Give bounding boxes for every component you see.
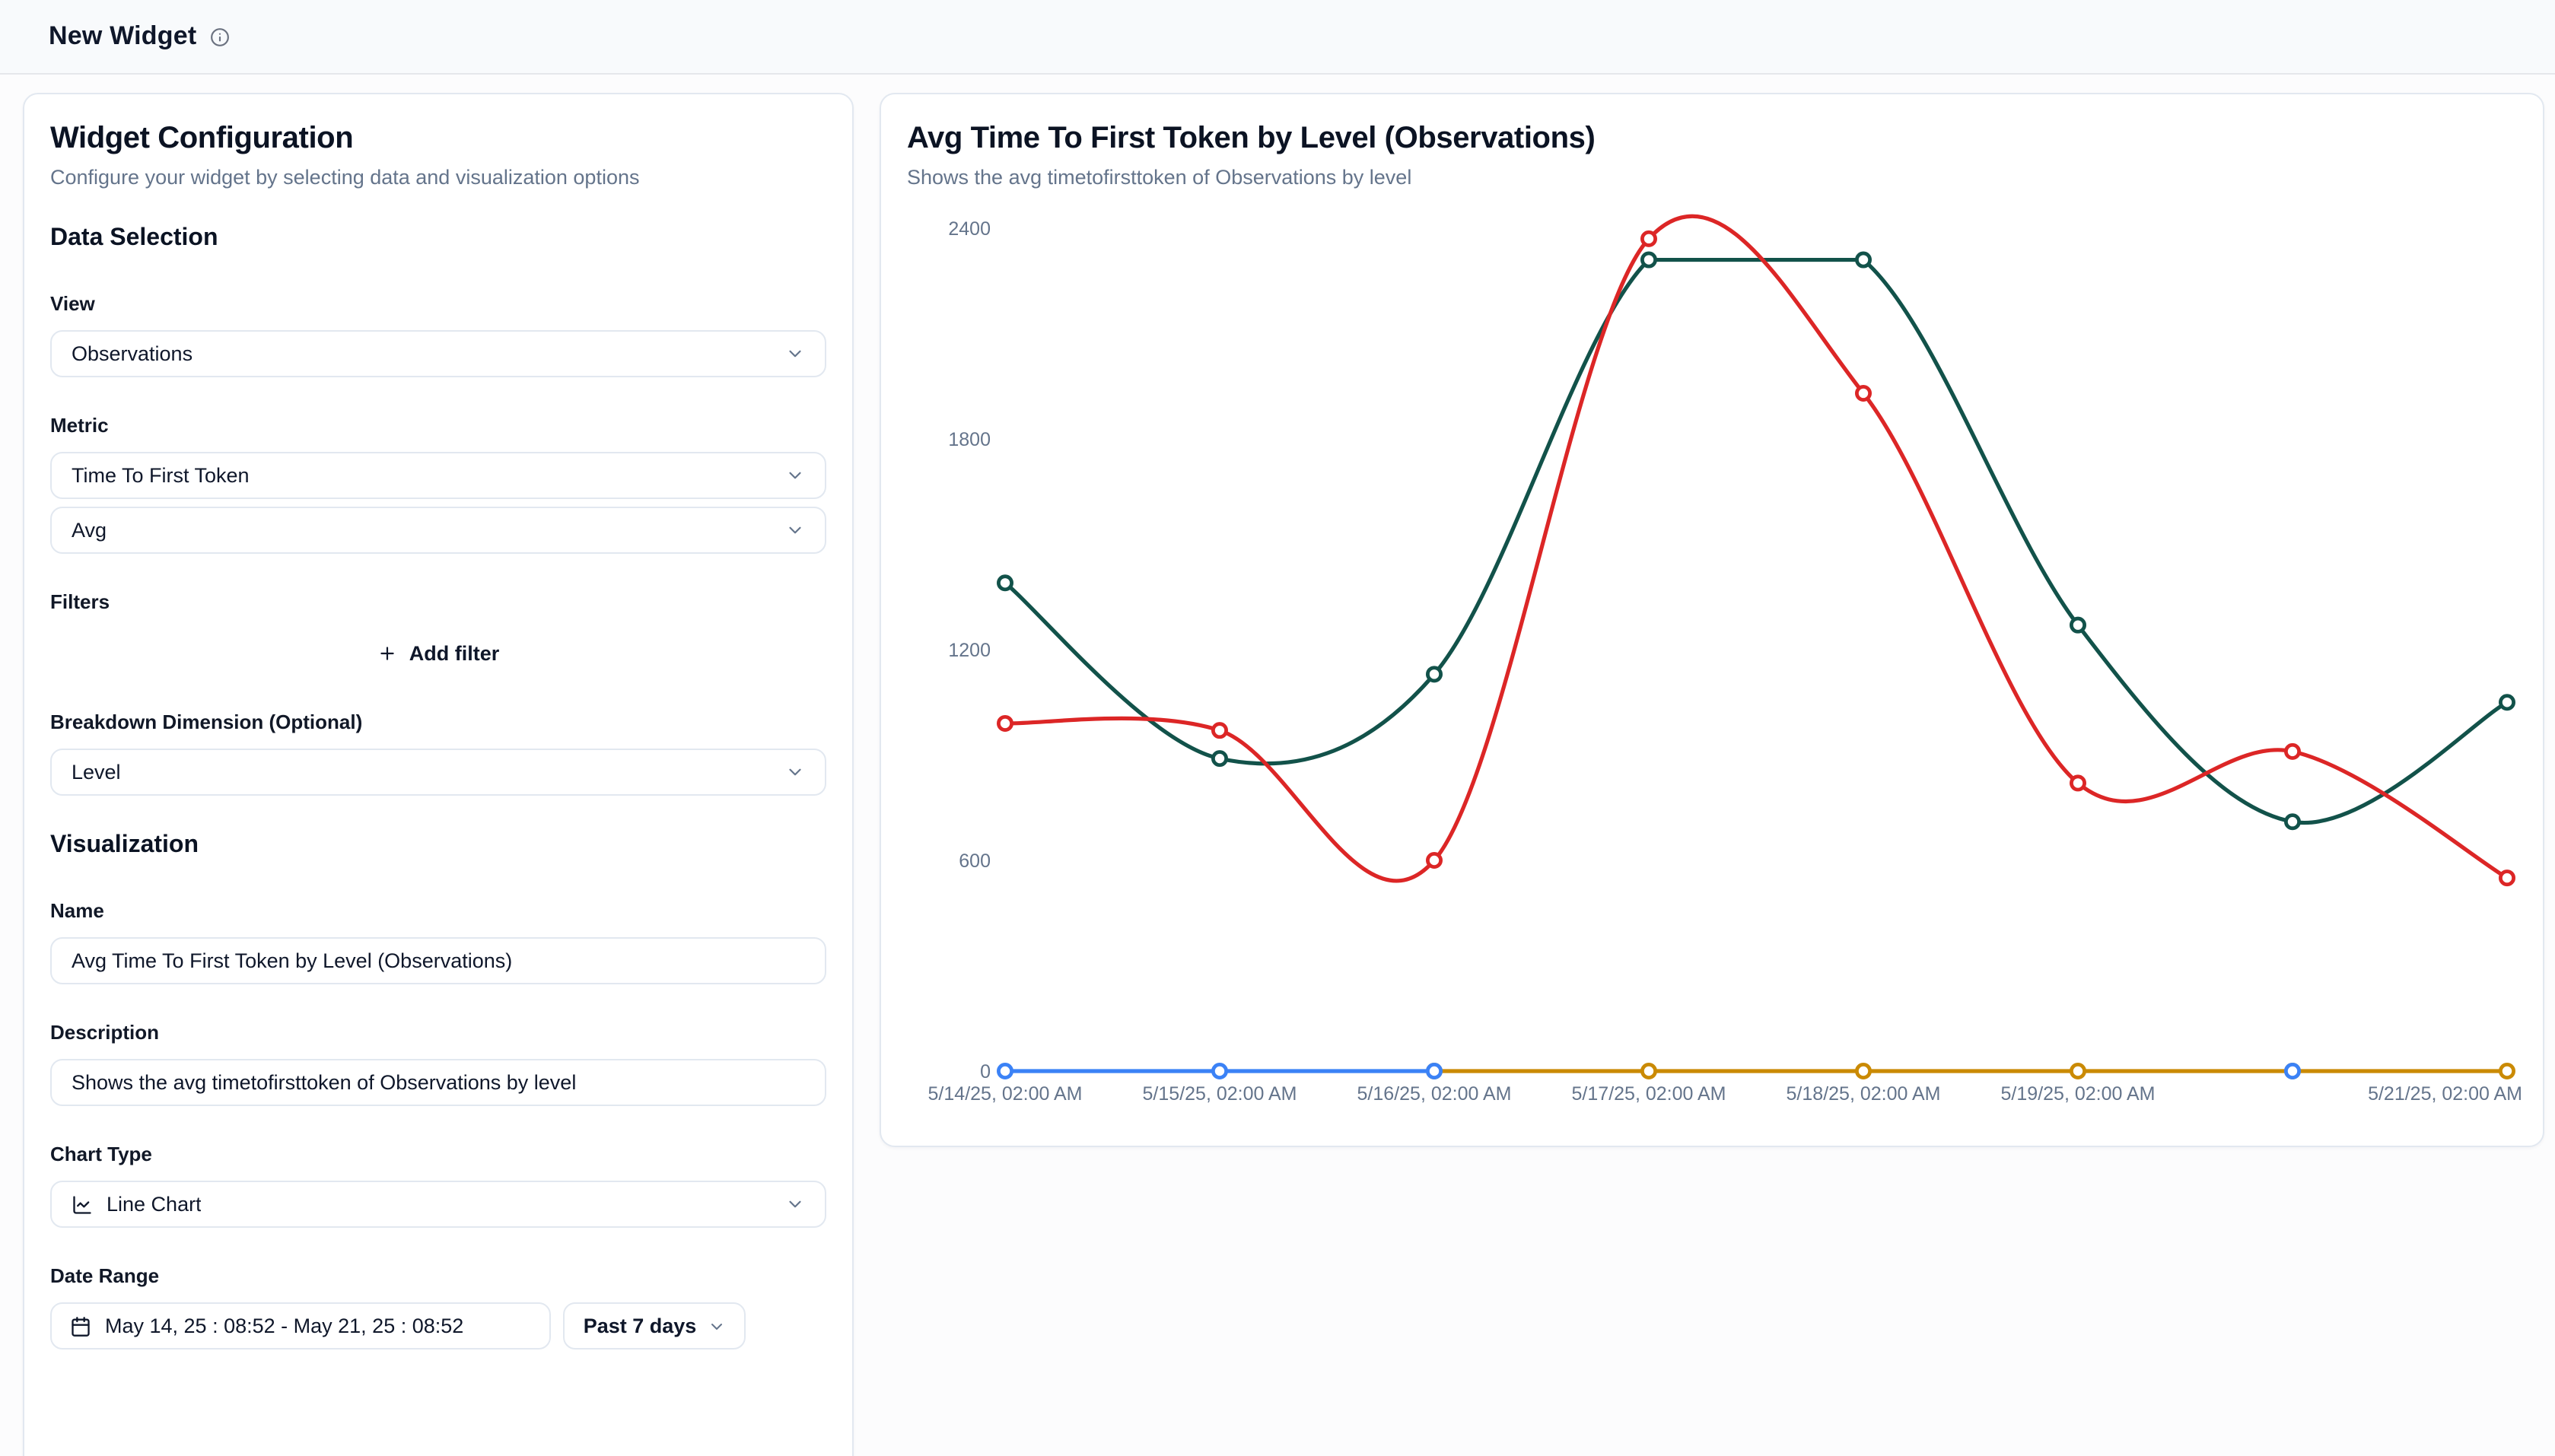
- y-axis-tick-label: 1200: [948, 640, 991, 661]
- add-filter-label: Add filter: [409, 641, 500, 664]
- metric-label: Metric: [50, 414, 826, 437]
- data-point-series-teal[interactable]: [998, 577, 1011, 590]
- chevron-down-icon: [785, 1194, 805, 1214]
- line-series-red: [1005, 216, 2507, 881]
- description-field: Description: [50, 1021, 826, 1106]
- data-point-series-teal[interactable]: [2071, 618, 2084, 631]
- filters-field: Filters Add filter: [50, 590, 826, 669]
- breakdown-field: Breakdown Dimension (Optional) Level: [50, 711, 826, 796]
- chevron-down-icon: [785, 466, 805, 485]
- chart-type-field: Chart Type Line Chart: [50, 1143, 826, 1228]
- data-point-series-blue[interactable]: [1427, 1064, 1440, 1077]
- filters-label: Filters: [50, 590, 826, 613]
- metric-select[interactable]: Time To First Token: [50, 452, 826, 499]
- description-input[interactable]: [50, 1059, 826, 1106]
- data-point-series-amber[interactable]: [1642, 1064, 1655, 1077]
- chevron-down-icon: [785, 762, 805, 782]
- breakdown-select[interactable]: Level: [50, 749, 826, 796]
- name-field: Name: [50, 899, 826, 984]
- data-point-series-teal[interactable]: [1213, 752, 1226, 765]
- view-label: View: [50, 292, 826, 315]
- line-chart-icon: [72, 1194, 93, 1215]
- date-range-label: Date Range: [50, 1264, 826, 1287]
- data-point-series-amber[interactable]: [2071, 1064, 2084, 1077]
- chevron-down-icon: [707, 1317, 725, 1335]
- date-range-value: May 14, 25 : 08:52 - May 21, 25 : 08:52: [105, 1315, 463, 1337]
- data-selection-heading: Data Selection: [50, 225, 826, 253]
- metric-select-value: Time To First Token: [72, 464, 250, 487]
- page-header: New Widget: [0, 0, 2555, 75]
- x-axis-tick-label: 5/14/25, 02:00 AM: [928, 1083, 1083, 1105]
- chevron-down-icon: [785, 344, 805, 364]
- x-axis-tick-label: 5/15/25, 02:00 AM: [1143, 1083, 1297, 1105]
- view-field: View Observations: [50, 292, 826, 377]
- data-point-series-teal[interactable]: [1427, 668, 1440, 681]
- description-label: Description: [50, 1021, 826, 1044]
- x-axis-tick-label: 5/17/25, 02:00 AM: [1572, 1083, 1726, 1105]
- data-point-series-blue[interactable]: [1213, 1064, 1226, 1077]
- visualization-heading: Visualization: [50, 832, 826, 860]
- data-point-series-red[interactable]: [1857, 386, 1869, 399]
- calendar-icon: [70, 1315, 91, 1337]
- x-axis-tick-label: 5/21/25, 02:00 AM: [2368, 1083, 2522, 1105]
- data-point-series-teal[interactable]: [2500, 696, 2513, 709]
- name-input[interactable]: [50, 937, 826, 984]
- page-title: New Widget: [49, 21, 196, 52]
- aggregation-select[interactable]: Avg: [50, 507, 826, 554]
- config-title: Widget Configuration: [50, 122, 826, 157]
- x-axis-tick-label: 5/18/25, 02:00 AM: [1787, 1083, 1941, 1105]
- y-axis-tick-label: 2400: [948, 218, 991, 240]
- data-point-series-teal[interactable]: [1642, 253, 1655, 266]
- chart-title: Avg Time To First Token by Level (Observ…: [907, 122, 2517, 157]
- info-icon[interactable]: [210, 27, 230, 46]
- chart-type-label: Chart Type: [50, 1143, 826, 1165]
- data-point-series-blue[interactable]: [998, 1064, 1011, 1077]
- widget-configuration-panel: Widget Configuration Configure your widg…: [23, 93, 854, 1456]
- y-axis-tick-label: 0: [980, 1061, 991, 1082]
- y-axis-tick-label: 600: [959, 850, 991, 872]
- x-axis-tick-label: 5/16/25, 02:00 AM: [1357, 1083, 1512, 1105]
- name-label: Name: [50, 899, 826, 922]
- data-point-series-red[interactable]: [1213, 724, 1226, 737]
- chart-type-select[interactable]: Line Chart: [50, 1181, 826, 1228]
- data-point-series-red[interactable]: [2500, 871, 2513, 884]
- data-point-series-teal[interactable]: [1857, 253, 1869, 266]
- data-point-series-blue[interactable]: [2286, 1064, 2299, 1077]
- data-point-series-red[interactable]: [2071, 777, 2084, 790]
- metric-field: Metric Time To First Token Avg: [50, 414, 826, 554]
- new-widget-page: New Widget Widget Configuration Configur…: [0, 0, 2555, 1456]
- date-range-button[interactable]: May 14, 25 : 08:52 - May 21, 25 : 08:52: [50, 1302, 551, 1350]
- line-series-teal: [1005, 260, 2507, 823]
- chart-subtitle: Shows the avg timetofirsttoken of Observ…: [907, 166, 2517, 189]
- date-preset-button[interactable]: Past 7 days: [563, 1302, 746, 1350]
- chart-type-select-value: Line Chart: [107, 1193, 202, 1216]
- line-chart: 0 600 1200 1800 2400 5/14/25, 02:00 AM 5/15/25…: [881, 208, 2546, 1121]
- add-filter-button[interactable]: Add filter: [50, 636, 826, 669]
- chevron-down-icon: [785, 520, 805, 540]
- aggregation-select-value: Avg: [72, 519, 107, 542]
- x-axis-tick-label: 5/19/25, 02:00 AM: [2001, 1083, 2156, 1105]
- data-point-series-red[interactable]: [1427, 854, 1440, 866]
- plus-icon: [377, 643, 397, 663]
- date-preset-value: Past 7 days: [584, 1315, 697, 1337]
- data-point-series-red[interactable]: [998, 717, 1011, 730]
- date-range-field: Date Range May 14, 25 : 08:52 - May 21, …: [50, 1264, 826, 1350]
- data-point-series-amber[interactable]: [2500, 1064, 2513, 1077]
- view-select[interactable]: Observations: [50, 330, 826, 377]
- breakdown-label: Breakdown Dimension (Optional): [50, 711, 826, 733]
- data-point-series-red[interactable]: [1642, 232, 1655, 245]
- view-select-value: Observations: [72, 342, 192, 365]
- y-axis-tick-label: 1800: [948, 429, 991, 450]
- widget-preview-panel: Avg Time To First Token by Level (Observ…: [880, 93, 2544, 1147]
- data-point-series-red[interactable]: [2286, 745, 2299, 758]
- config-subtitle: Configure your widget by selecting data …: [50, 166, 826, 189]
- data-point-series-teal[interactable]: [2286, 815, 2299, 828]
- data-point-series-amber[interactable]: [1857, 1064, 1869, 1077]
- breakdown-select-value: Level: [72, 761, 121, 784]
